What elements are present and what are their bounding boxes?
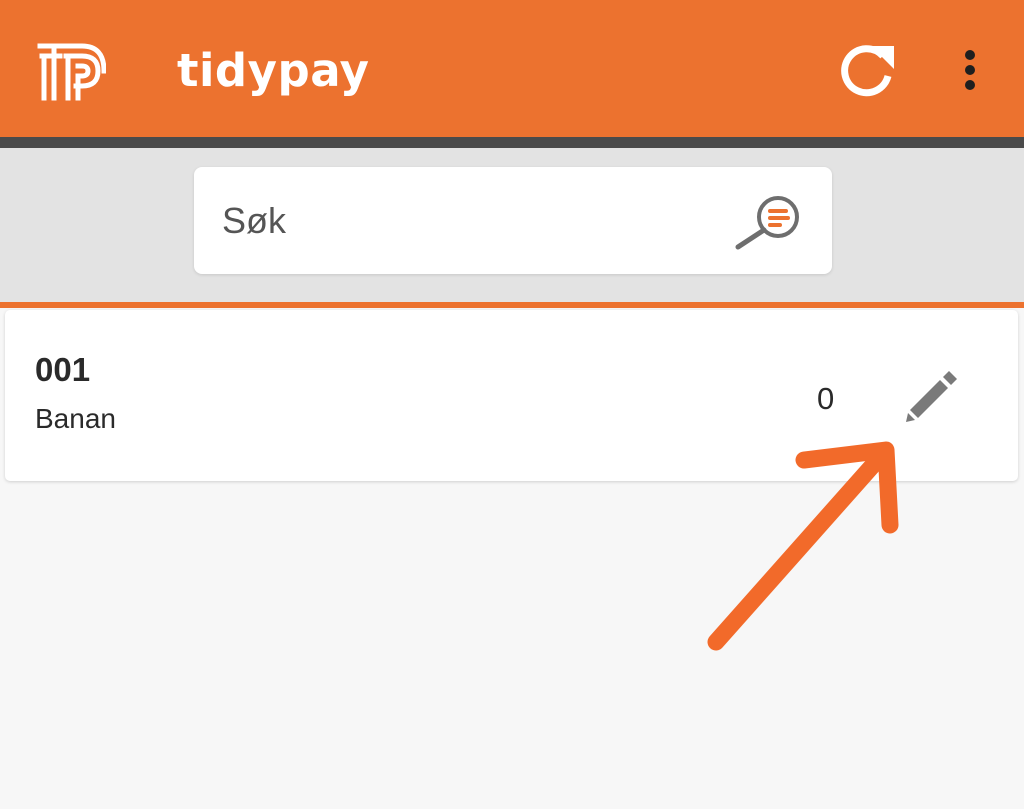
more-vertical-icon — [965, 50, 975, 90]
section-divider — [0, 302, 1024, 308]
tidypay-logo-icon — [37, 43, 106, 101]
item-quantity: 0 — [817, 381, 835, 416]
refresh-button[interactable] — [836, 40, 898, 100]
search-box[interactable] — [194, 167, 832, 274]
item-name: Banan — [35, 403, 116, 434]
pencil-icon — [906, 371, 957, 422]
search-input[interactable] — [222, 197, 722, 245]
search-button[interactable] — [732, 189, 808, 255]
app-title: tidypay — [177, 44, 370, 97]
edit-button[interactable] — [900, 366, 962, 428]
app-bar: tidypay — [0, 0, 1024, 137]
item-code: 001 — [35, 351, 91, 388]
more-options-button[interactable] — [952, 46, 988, 94]
list-item[interactable]: 001 Banan 0 — [5, 310, 1018, 481]
app-bar-divider — [0, 137, 1024, 148]
refresh-icon — [841, 45, 894, 97]
search-icon — [735, 196, 799, 250]
